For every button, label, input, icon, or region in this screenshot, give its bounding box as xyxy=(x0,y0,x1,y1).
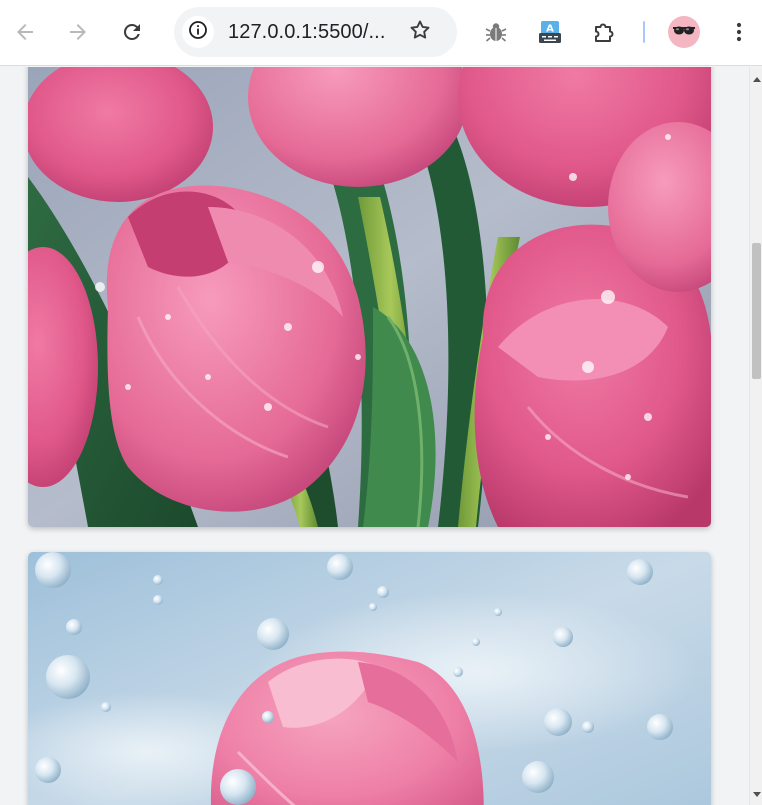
browser-toolbar: 127.0.0.1:5500/... A xyxy=(0,0,762,66)
toolbar-separator xyxy=(643,21,645,43)
info-icon xyxy=(188,20,208,45)
translate-icon: A xyxy=(537,19,563,45)
back-arrow-icon xyxy=(13,20,37,44)
tulip-sky-image-card xyxy=(28,552,711,805)
sunglasses-avatar-icon xyxy=(670,16,698,48)
scroll-down-arrow-icon[interactable] xyxy=(753,792,761,797)
tulip-sky-image xyxy=(28,552,711,805)
url-text[interactable]: 127.0.0.1:5500/... xyxy=(228,21,385,44)
tulips-image xyxy=(28,67,711,527)
forward-button[interactable] xyxy=(59,13,97,51)
kebab-menu-icon xyxy=(727,20,751,44)
address-bar[interactable]: 127.0.0.1:5500/... xyxy=(174,7,457,57)
back-button[interactable] xyxy=(6,13,44,51)
forward-arrow-icon xyxy=(66,20,90,44)
scrollbar-thumb[interactable] xyxy=(752,243,761,379)
scroll-up-arrow-icon[interactable] xyxy=(753,77,761,82)
bug-icon xyxy=(483,19,509,45)
reload-icon xyxy=(120,20,144,44)
translate-extension-button[interactable]: A xyxy=(531,13,569,51)
bug-extension-button[interactable] xyxy=(477,13,515,51)
star-icon xyxy=(408,18,432,47)
profile-avatar-button[interactable] xyxy=(668,16,700,48)
puzzle-icon xyxy=(591,19,617,45)
reload-button[interactable] xyxy=(113,13,151,51)
extensions-button[interactable] xyxy=(585,13,623,51)
site-info-button[interactable] xyxy=(182,16,214,48)
page-viewport xyxy=(0,67,749,805)
browser-menu-button[interactable] xyxy=(720,13,758,51)
svg-text:A: A xyxy=(546,24,554,35)
tulip-image-card xyxy=(28,67,711,527)
vertical-scrollbar[interactable] xyxy=(749,67,762,805)
bookmark-button[interactable] xyxy=(406,18,434,46)
